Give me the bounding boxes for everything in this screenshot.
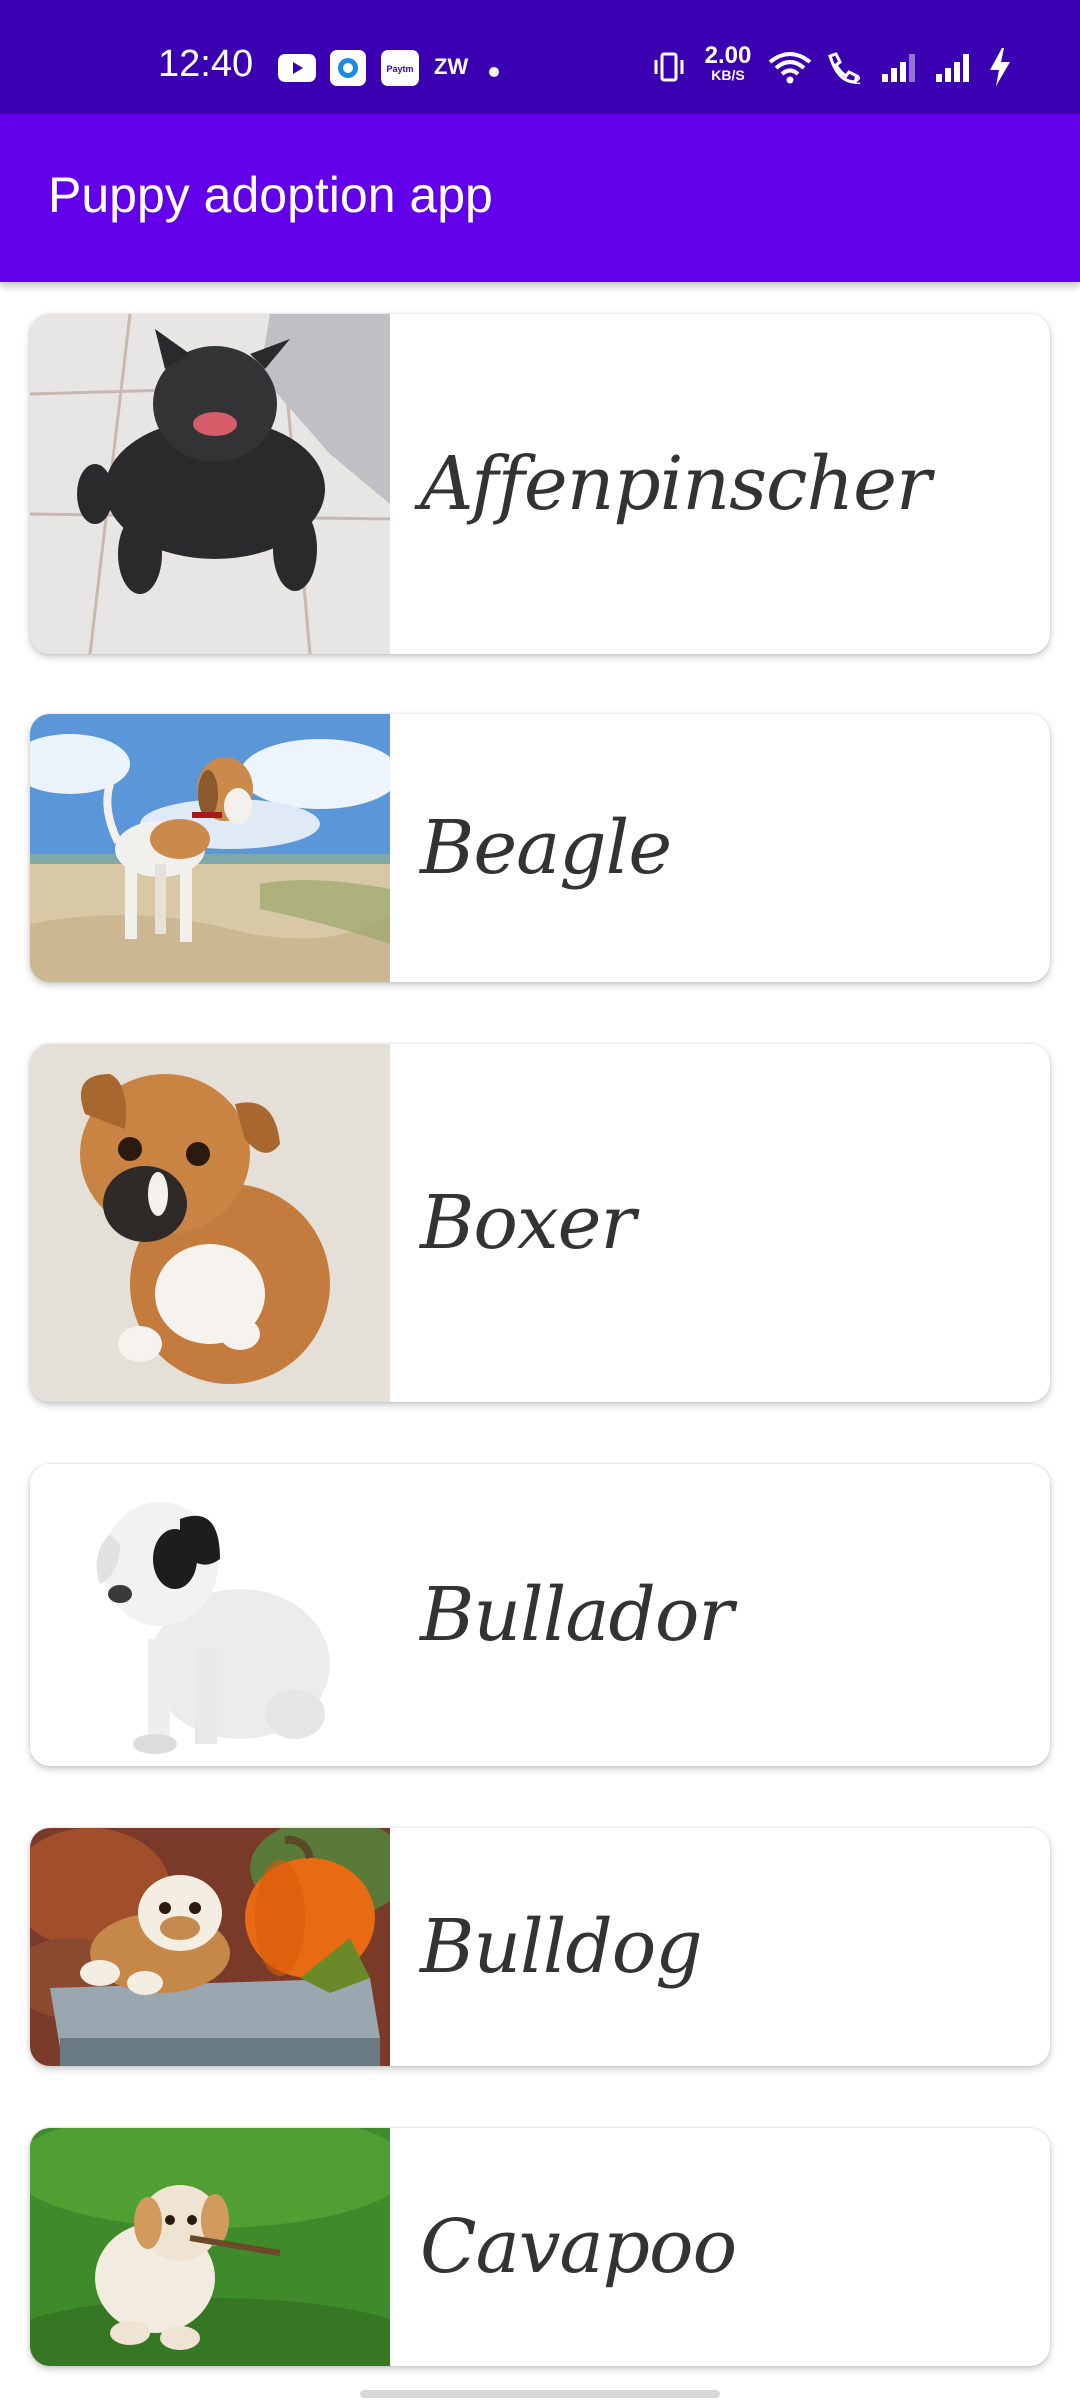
beagle-photo <box>30 714 390 982</box>
svg-text:2: 2 <box>854 73 861 86</box>
puppy-name: Beagle <box>420 805 672 891</box>
puppy-name: Bullador <box>420 1572 734 1658</box>
messenger-icon <box>330 50 366 90</box>
dot-icon <box>488 63 500 82</box>
wifi-calling-icon: 2 <box>824 50 864 90</box>
youtube-icon <box>278 54 316 86</box>
puppy-card[interactable]: Affenpinscher <box>30 314 1050 654</box>
net-speed: 2.00 KB/S <box>704 42 752 83</box>
cavapoo-photo <box>30 2128 390 2366</box>
charging-icon <box>988 48 1012 90</box>
puppy-card[interactable]: Bullador <box>30 1464 1050 1766</box>
puppy-card[interactable]: Beagle <box>30 714 1050 982</box>
puppy-card[interactable]: Bulldog <box>30 1828 1050 2066</box>
gesture-nav-handle[interactable] <box>360 2390 720 2398</box>
signal-icon <box>880 52 920 88</box>
paytm-icon: Paytm <box>381 50 419 90</box>
app-bar: Puppy adoption app <box>0 114 1080 282</box>
puppy-name: Bulldog <box>420 1904 703 1990</box>
affenpinscher-photo <box>30 314 390 654</box>
zw-icon: ZW <box>434 54 469 79</box>
signal-icon <box>934 52 974 88</box>
vibrate-icon <box>652 50 686 88</box>
app-title: Puppy adoption app <box>48 167 493 223</box>
puppy-name: Affenpinscher <box>420 441 931 527</box>
status-bar: 12:40 Paytm ZW 2.00 KB/S 2 <box>0 0 1080 114</box>
boxer-photo <box>30 1044 390 1402</box>
bullador-photo <box>30 1464 390 1766</box>
puppy-card[interactable]: Boxer <box>30 1044 1050 1402</box>
status-time: 12:40 <box>158 43 254 85</box>
puppy-name: Cavapoo <box>420 2204 737 2290</box>
bulldog-photo <box>30 1828 390 2066</box>
svg-text:Paytm: Paytm <box>386 64 413 74</box>
puppy-name: Boxer <box>420 1180 636 1266</box>
puppy-card[interactable]: Cavapoo <box>30 2128 1050 2366</box>
wifi-icon <box>768 50 812 88</box>
